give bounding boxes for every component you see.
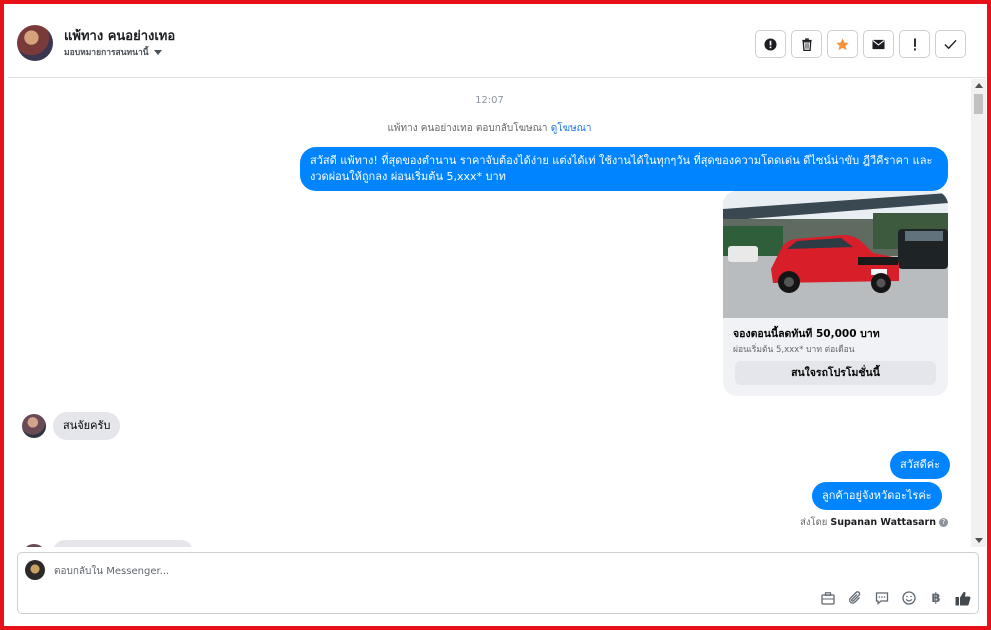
avatar[interactable] <box>22 414 46 438</box>
sent-by-label: ส่งโดย Supanan Wattasarn ? <box>800 515 948 530</box>
promo-interest-button[interactable]: สนใจรถโปรโมชั่นนี้ <box>735 361 936 385</box>
composer-tools: ฿ <box>819 589 972 607</box>
ad-reply-note: แพ้ทาง คนอย่างเทอ ตอบกลับโฆษณา ดูโฆษณา <box>8 121 971 136</box>
contact-name[interactable]: แพ้ทาง คนอย่างเทอ <box>64 25 175 46</box>
message-composer: ฿ <box>17 552 979 614</box>
card-title: จองตอนนี้ลดทันที 50,000 บาท <box>733 328 880 340</box>
thread-scrollbar[interactable] <box>971 79 986 547</box>
baht-icon[interactable]: ฿ <box>927 589 945 607</box>
sender-name: Supanan Wattasarn <box>830 517 936 528</box>
spam-button[interactable] <box>755 30 786 58</box>
caret-down-icon <box>153 49 162 55</box>
message-thread[interactable]: 12:07 แพ้ทาง คนอย่างเทอ ตอบกลับโฆษณา ดูโ… <box>8 79 971 547</box>
done-button[interactable] <box>935 30 966 58</box>
star-button[interactable] <box>827 30 858 58</box>
card-subtitle: ผ่อนเริ่มต้น 5,xxx* บาท ต่อเดือน <box>733 345 855 355</box>
car-promo-image[interactable] <box>723 191 948 318</box>
delete-button[interactable] <box>791 30 822 58</box>
outgoing-message[interactable]: ลูกค้าอยู่จังหวัดอะไรค่ะ <box>812 482 942 510</box>
header-actions <box>755 30 966 58</box>
exclamation-icon <box>913 37 916 50</box>
help-icon[interactable]: ? <box>939 518 948 527</box>
incoming-message-partial[interactable] <box>53 540 193 547</box>
view-ad-link[interactable]: ดูโฆษณา <box>551 123 592 134</box>
alert-circle-icon <box>764 37 777 51</box>
star-icon <box>836 38 849 50</box>
follow-up-button[interactable] <box>899 30 930 58</box>
sent-by-prefix: ส่งโดย <box>800 517 828 528</box>
outgoing-message-ad[interactable]: สวัสดี แพ้ทาง! ที่สุดของตำนาน ราคาจับต้อ… <box>300 147 948 191</box>
mark-unread-button[interactable] <box>863 30 894 58</box>
trash-icon <box>801 37 812 51</box>
paperclip-icon[interactable] <box>846 589 864 607</box>
chat-bubble-icon[interactable] <box>873 589 891 607</box>
reply-input[interactable] <box>54 562 754 580</box>
avatar[interactable] <box>17 25 53 61</box>
scroll-up-arrow-icon[interactable] <box>975 83 983 88</box>
ad-card[interactable]: จองตอนนี้ลดทันที 50,000 บาท ผ่อนเริ่มต้น… <box>723 191 948 396</box>
outgoing-message[interactable]: สวัสดีค่ะ <box>890 451 951 479</box>
timestamp: 12:07 <box>475 95 504 106</box>
scroll-down-arrow-icon[interactable] <box>975 538 983 543</box>
page-avatar <box>25 560 45 580</box>
conversation-header: แพ้ทาง คนอย่างเทอ มอบหมายการสนทนานี้ <box>8 8 986 78</box>
assign-label: มอบหมายการสนทนานี้ <box>64 48 149 58</box>
envelope-icon <box>872 39 885 49</box>
assign-conversation-dropdown[interactable]: มอบหมายการสนทนานี้ <box>64 45 162 59</box>
thumbs-up-icon[interactable] <box>954 589 972 607</box>
briefcase-icon[interactable] <box>819 589 837 607</box>
messenger-panel: แพ้ทาง คนอย่างเทอ มอบหมายการสนทนานี้ 12:… <box>8 8 986 626</box>
scrollbar-thumb[interactable] <box>974 94 983 114</box>
incoming-message[interactable]: สนจัยครับ <box>53 412 121 440</box>
window-frame: แพ้ทาง คนอย่างเทอ มอบหมายการสนทนานี้ 12:… <box>0 0 991 630</box>
ad-reply-text: แพ้ทาง คนอย่างเทอ ตอบกลับโฆษณา <box>387 123 548 134</box>
check-icon <box>944 39 957 49</box>
avatar <box>22 544 46 547</box>
smiley-icon[interactable] <box>900 589 918 607</box>
red-pickup-truck-photo <box>723 191 948 318</box>
